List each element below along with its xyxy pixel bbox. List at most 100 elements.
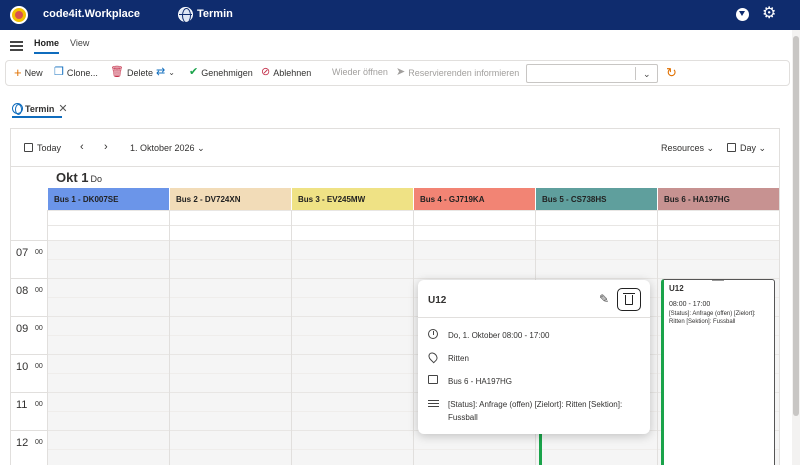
download-icon[interactable] (736, 8, 749, 21)
column-line (169, 210, 170, 465)
hour-label: 10 (16, 361, 29, 373)
hour-label: 11 (16, 399, 28, 411)
app-logo-icon (10, 6, 28, 24)
minute-label: 00 (35, 401, 43, 408)
event-title: U12 (669, 284, 684, 293)
resource-header: Bus 4 - GJ719KA (414, 188, 536, 210)
time-separator (11, 278, 47, 279)
event-card[interactable]: U12 08:00 - 17:00 [Status]: Anfrage (off… (661, 279, 775, 465)
reject-button-label: Ablehnen (273, 67, 312, 78)
page-scrollbar[interactable] (792, 30, 800, 465)
minute-label: 00 (35, 287, 43, 294)
minute-label: 00 (35, 325, 43, 332)
approve-button[interactable]: ✔ Genehmigen (189, 67, 253, 78)
delete-button[interactable]: 🗑 Delete (110, 67, 153, 78)
tab-view[interactable]: View (70, 38, 89, 48)
column-line (413, 210, 414, 465)
reject-button[interactable]: ⊘ Ablehnen (261, 67, 311, 78)
popup-resource: Bus 6 - HA197HG (448, 377, 513, 386)
date-picker-button[interactable]: 1. Oktober 2026 ⌄ (130, 143, 205, 154)
column-line (657, 210, 658, 465)
time-separator (11, 316, 47, 317)
sync-icon: ⇄ (156, 66, 166, 78)
chevron-down-icon: ⌄ (197, 143, 205, 153)
resource-header: Bus 2 - DV724XN (170, 188, 292, 210)
chevron-down-icon: ⌄ (706, 143, 715, 153)
gear-icon[interactable]: ⚙ (762, 5, 776, 23)
new-button-label: New (24, 67, 43, 78)
scrollbar-thumb[interactable] (793, 36, 799, 416)
minute-label: 00 (35, 363, 43, 370)
approve-button-label: Genehmigen (201, 67, 253, 78)
doc-tab-label: Termin (25, 103, 55, 114)
reopen-button-label: Wieder öffnen (332, 67, 388, 77)
top-bar: code4it.Workplace Termin ⚙ (0, 0, 800, 30)
globe-icon (12, 103, 23, 115)
toolbar-select[interactable]: ⌄ (526, 64, 658, 83)
resource-header: Bus 3 - EV245MW (292, 188, 414, 210)
scheduler: Today ‹ › 1. Oktober 2026 ⌄ Resources ⌄ … (10, 128, 780, 465)
clone-icon: ❐ (54, 66, 64, 78)
notify-button[interactable]: ➤ Reservierenden informieren (396, 67, 519, 78)
event-description: [Status]: Anfrage (offen) [Zielort]: Rit… (669, 311, 756, 325)
hour-label: 07 (16, 247, 29, 259)
trash-icon-lid (623, 293, 635, 294)
time-separator (11, 354, 47, 355)
time-separator (11, 392, 47, 393)
delete-event-button[interactable] (617, 288, 641, 311)
block-icon: ⊘ (261, 66, 271, 78)
resource-header: Bus 5 - CS738HS (536, 188, 658, 210)
resource-header: Bus 6 - HA197HG (658, 188, 779, 210)
popup-description-row: [Status]: Anfrage (offen) [Zielort]: Rit… (428, 398, 638, 424)
tab-home-indicator (34, 52, 59, 54)
popup-datetime: Do, 1. Oktober 08:00 - 17:00 (448, 331, 550, 340)
app-title: code4it.Workplace (43, 8, 140, 20)
calendar-today-icon (24, 143, 33, 152)
doc-tab-indicator (12, 116, 62, 118)
hour-label: 12 (16, 437, 29, 449)
close-icon[interactable]: ✕ (58, 102, 67, 115)
time-separator (11, 430, 47, 431)
sync-dropdown-button[interactable]: ⇄ ⌄ (156, 67, 178, 78)
page-title: Termin (197, 8, 233, 20)
today-button[interactable]: Today (24, 143, 61, 153)
location-pin-icon (426, 350, 440, 364)
edit-icon[interactable]: ✎ (599, 292, 609, 306)
globe-icon (178, 7, 193, 23)
popup-resource-row: Bus 6 - HA197HG (428, 375, 638, 388)
trash-icon: 🗑 (110, 66, 124, 78)
minute-label: 00 (35, 249, 43, 256)
today-label: Today (37, 143, 62, 153)
check-circle-icon: ✔ (189, 66, 199, 78)
clock-icon (428, 329, 438, 339)
reopen-button[interactable]: Wieder öffnen (332, 67, 388, 77)
popup-location-row: Ritten (426, 350, 638, 365)
popup-datetime-row: Do, 1. Oktober 08:00 - 17:00 (428, 329, 638, 342)
time-separator (11, 240, 47, 241)
popup-location: Ritten (448, 354, 469, 363)
hamburger-menu-icon[interactable] (10, 41, 23, 51)
clone-button-label: Clone... (66, 67, 98, 78)
calendar-day-icon (727, 143, 736, 152)
resources-button[interactable]: Resources ⌄ (661, 143, 714, 154)
doc-tab-termin[interactable]: Termin ✕ (12, 102, 68, 115)
send-icon: ➤ (396, 66, 406, 78)
popup-description: [Status]: Anfrage (offen) [Zielort]: Rit… (448, 400, 623, 422)
tab-home[interactable]: Home (34, 38, 59, 48)
clone-button[interactable]: ❐ Clone... (54, 67, 98, 78)
view-switcher-button[interactable]: Day ⌄ (727, 143, 766, 154)
column-line (291, 210, 292, 465)
popup-divider (418, 317, 650, 318)
delete-button-label: Delete (126, 67, 153, 78)
next-icon[interactable]: › (104, 141, 108, 153)
new-button[interactable]: + New (14, 66, 43, 79)
refresh-icon[interactable]: ↻ (666, 65, 677, 81)
event-popup: U12 ✎ Do, 1. Oktober 08:00 - 17:00 Ritte… (418, 280, 650, 434)
previous-icon[interactable]: ‹ (80, 141, 84, 153)
resize-handle[interactable] (712, 280, 724, 281)
resource-header: Bus 1 - DK007SE (48, 188, 170, 210)
chevron-down-icon: ⌄ (758, 143, 767, 153)
chevron-down-icon[interactable]: ⌄ (643, 69, 651, 80)
day-header[interactable]: Okt 1 Do (56, 170, 102, 185)
view-label: Day (740, 143, 757, 153)
